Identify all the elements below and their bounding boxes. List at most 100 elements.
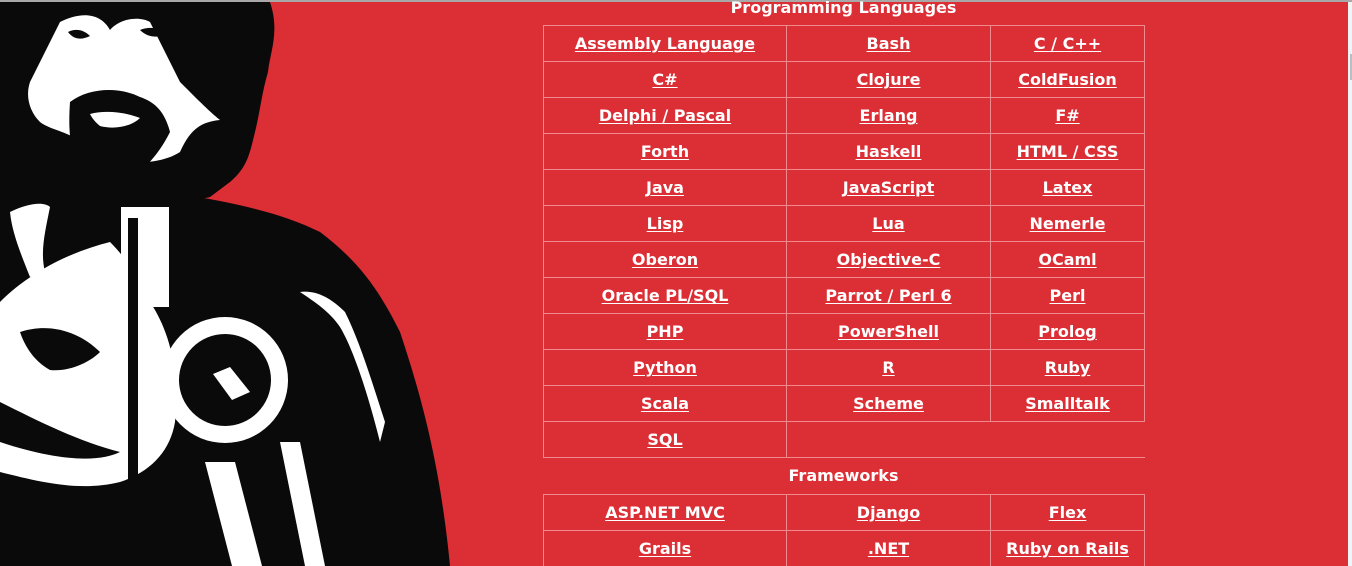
link-javascript[interactable]: JavaScript (843, 178, 934, 197)
language-row: PHP PowerShell Prolog (543, 313, 1145, 350)
framework-row: Grails .NET Ruby on Rails (543, 530, 1145, 566)
language-row: Delphi / Pascal Erlang F# (543, 97, 1145, 134)
language-row: Java JavaScript Latex (543, 169, 1145, 206)
language-cell: Python (543, 349, 787, 386)
link-forth[interactable]: Forth (641, 142, 689, 161)
language-cell: JavaScript (786, 169, 991, 206)
language-row: Forth Haskell HTML / CSS (543, 133, 1145, 170)
language-cell: Lua (786, 205, 991, 242)
language-row: Assembly Language Bash C / C++ (543, 25, 1145, 62)
language-row: Python R Ruby (543, 349, 1145, 386)
link-parrot-perl-6[interactable]: Parrot / Perl 6 (825, 286, 951, 305)
vertical-scrollbar[interactable] (1348, 2, 1352, 566)
link-coldfusion[interactable]: ColdFusion (1018, 70, 1117, 89)
language-row: Oracle PL/SQL Parrot / Perl 6 Perl (543, 277, 1145, 314)
link-scheme[interactable]: Scheme (853, 394, 924, 413)
link-grails[interactable]: Grails (639, 539, 691, 558)
language-cell: OCaml (990, 241, 1145, 278)
language-cell: SQL (543, 421, 787, 458)
section-title-programming-languages: Programming Languages (730, 0, 957, 17)
link-scala[interactable]: Scala (641, 394, 689, 413)
language-cell: ColdFusion (990, 61, 1145, 98)
language-cell: F# (990, 97, 1145, 134)
link-powershell[interactable]: PowerShell (838, 322, 939, 341)
page: Programming Languages Assembly Language B… (0, 0, 1352, 566)
link-smalltalk[interactable]: Smalltalk (1025, 394, 1110, 413)
link-html-css[interactable]: HTML / CSS (1017, 142, 1119, 161)
link-latex[interactable]: Latex (1043, 178, 1093, 197)
language-cell: Forth (543, 133, 787, 170)
link-bash[interactable]: Bash (867, 34, 911, 53)
link-ruby[interactable]: Ruby (1045, 358, 1091, 377)
link-haskell[interactable]: Haskell (856, 142, 922, 161)
content-column: Programming Languages Assembly Language B… (543, 0, 1145, 566)
language-cell: Scala (543, 385, 787, 422)
language-cell: Bash (786, 25, 991, 62)
language-row: C# Clojure ColdFusion (543, 61, 1145, 98)
language-cell: Ruby (990, 349, 1145, 386)
framework-cell: ASP.NET MVC (543, 494, 787, 531)
link-perl[interactable]: Perl (1050, 286, 1086, 305)
language-cell: Clojure (786, 61, 991, 98)
link-ocaml[interactable]: OCaml (1038, 250, 1096, 269)
language-cell: Erlang (786, 97, 991, 134)
link-erlang[interactable]: Erlang (860, 106, 918, 125)
hero-illustration (0, 2, 450, 566)
link-clojure[interactable]: Clojure (857, 70, 921, 89)
language-cell: Objective-C (786, 241, 991, 278)
link-lisp[interactable]: Lisp (647, 214, 684, 233)
link-delphi-pascal[interactable]: Delphi / Pascal (599, 106, 731, 125)
link-oberon[interactable]: Oberon (632, 250, 698, 269)
gun-sight-inner (128, 218, 138, 498)
section-title-frameworks: Frameworks (788, 466, 899, 485)
language-cell: Assembly Language (543, 25, 787, 62)
language-row: Oberon Objective-C OCaml (543, 241, 1145, 278)
link-flex[interactable]: Flex (1049, 503, 1087, 522)
framework-cell: .NET (786, 530, 991, 566)
link-oracle-pl-sql[interactable]: Oracle PL/SQL (602, 286, 729, 305)
link-r[interactable]: R (882, 358, 894, 377)
language-cell: Oberon (543, 241, 787, 278)
link-lua[interactable]: Lua (872, 214, 904, 233)
language-cell: Smalltalk (990, 385, 1145, 422)
language-cell: Scheme (786, 385, 991, 422)
language-cell: PowerShell (786, 313, 991, 350)
language-cell: HTML / CSS (990, 133, 1145, 170)
link-asp-net-mvc[interactable]: ASP.NET MVC (605, 503, 725, 522)
framework-row: ASP.NET MVC Django Flex (543, 494, 1145, 531)
language-cell: Oracle PL/SQL (543, 277, 787, 314)
link-php[interactable]: PHP (647, 322, 684, 341)
language-row: Lisp Lua Nemerle (543, 205, 1145, 242)
languages-table: Assembly Language Bash C / C++ C# Clojure Col… (543, 25, 1145, 458)
language-cell: Java (543, 169, 787, 206)
link-nemerle[interactable]: Nemerle (1030, 214, 1106, 233)
empty-cell (786, 421, 1145, 458)
language-cell: Perl (990, 277, 1145, 314)
language-cell: Lisp (543, 205, 787, 242)
link-java[interactable]: Java (646, 178, 684, 197)
language-cell: Prolog (990, 313, 1145, 350)
link-prolog[interactable]: Prolog (1038, 322, 1097, 341)
language-cell: Haskell (786, 133, 991, 170)
language-cell: Parrot / Perl 6 (786, 277, 991, 314)
framework-cell: Django (786, 494, 991, 531)
framework-cell: Ruby on Rails (990, 530, 1145, 566)
language-cell: Delphi / Pascal (543, 97, 787, 134)
language-cell: R (786, 349, 991, 386)
link-c-c[interactable]: C / C++ (1034, 34, 1101, 53)
link-ruby-on-rails[interactable]: Ruby on Rails (1006, 539, 1129, 558)
language-cell: Nemerle (990, 205, 1145, 242)
language-cell: C / C++ (990, 25, 1145, 62)
link-objective-c[interactable]: Objective-C (837, 250, 941, 269)
link-django[interactable]: Django (857, 503, 920, 522)
language-cell: Latex (990, 169, 1145, 206)
link-f[interactable]: F# (1055, 106, 1079, 125)
link-assembly-language[interactable]: Assembly Language (575, 34, 755, 53)
link-net[interactable]: .NET (868, 539, 909, 558)
link-python[interactable]: Python (633, 358, 697, 377)
framework-cell: Grails (543, 530, 787, 566)
link-sql[interactable]: SQL (647, 430, 682, 449)
language-row: Scala Scheme Smalltalk (543, 385, 1145, 422)
language-cell: PHP (543, 313, 787, 350)
link-c[interactable]: C# (652, 70, 677, 89)
